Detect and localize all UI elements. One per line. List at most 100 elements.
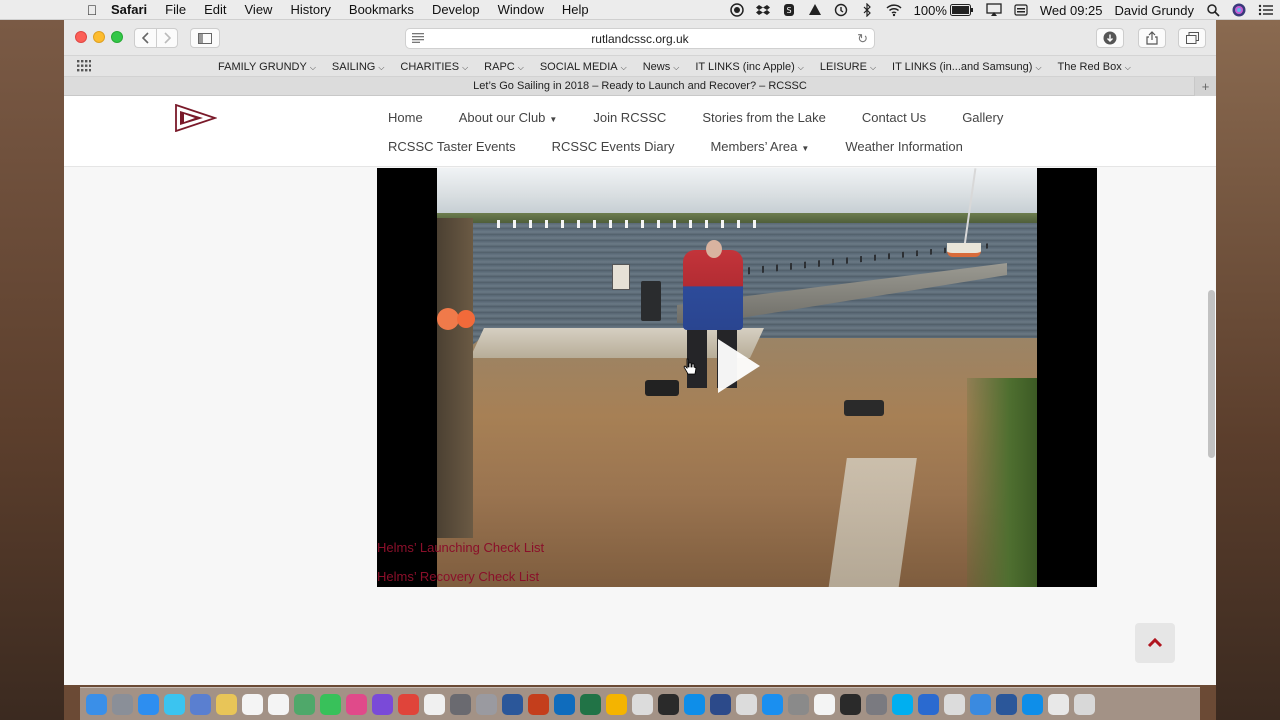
folder-icon[interactable] (1048, 693, 1069, 715)
show-tabs-button[interactable] (1178, 28, 1206, 48)
nav-gallery[interactable]: Gallery (944, 110, 1021, 125)
favorite-folder[interactable]: SAILING ⌵ (324, 61, 392, 73)
automator-icon[interactable] (788, 693, 809, 715)
nav-join-rcssc[interactable]: Join RCSSC (575, 110, 684, 125)
image-capture-icon[interactable] (450, 693, 471, 715)
messages-icon[interactable] (320, 693, 341, 715)
favorite-folder[interactable]: CHARITIES ⌵ (392, 61, 476, 73)
menu-help[interactable]: Help (553, 2, 598, 17)
favorites-grid-icon[interactable] (77, 60, 91, 72)
help2-icon[interactable] (944, 693, 965, 715)
wifi-icon[interactable] (880, 3, 908, 17)
notification-center-icon[interactable] (1252, 3, 1280, 17)
textedit-icon[interactable] (814, 693, 835, 715)
preview-icon[interactable] (190, 693, 211, 715)
favorite-folder[interactable]: LEISURE ⌵ (812, 61, 884, 73)
downloads-button[interactable] (1096, 28, 1124, 48)
launchpad-icon[interactable] (112, 693, 133, 715)
teamviewer-alt-icon[interactable] (1022, 693, 1043, 715)
app-store-icon[interactable] (762, 693, 783, 715)
airplay-icon[interactable] (980, 3, 1008, 17)
maps-icon[interactable] (294, 693, 315, 715)
outlook-icon[interactable] (554, 693, 575, 715)
itunes-icon[interactable] (346, 693, 367, 715)
menu-bookmarks[interactable]: Bookmarks (340, 2, 423, 17)
play-icon[interactable] (714, 336, 764, 396)
chrome-icon[interactable] (398, 693, 419, 715)
photos-icon[interactable] (424, 693, 445, 715)
favorite-folder[interactable]: IT LINKS (in...and Samsung) ⌵ (884, 61, 1050, 73)
reminders-icon[interactable] (268, 693, 289, 715)
notes-icon[interactable] (216, 693, 237, 715)
app-menu[interactable]: Safari (102, 2, 156, 17)
record-icon[interactable] (724, 3, 750, 17)
siri-icon[interactable] (1226, 3, 1252, 17)
reader-view-icon[interactable] (412, 32, 424, 46)
clock[interactable]: Wed 09:25 (1034, 3, 1109, 18)
favorite-folder[interactable]: RAPC ⌵ (476, 61, 532, 73)
skype-icon[interactable] (892, 693, 913, 715)
powerpoint-icon[interactable] (528, 693, 549, 715)
user-name[interactable]: David Grundy (1109, 3, 1200, 18)
fullscreen-window-button[interactable] (111, 31, 123, 43)
battery-status[interactable]: 100% (908, 3, 980, 18)
help-icon[interactable] (632, 693, 653, 715)
nav-members-area[interactable]: Members’ Area ▼ (692, 139, 827, 154)
time-machine-icon[interactable] (828, 3, 854, 17)
shazam-icon[interactable]: S (776, 3, 802, 17)
wifi-icon[interactable] (918, 693, 939, 715)
favorite-folder[interactable]: FAMILY GRUNDY ⌵ (210, 61, 324, 73)
keyboard-viewer-icon[interactable] (1008, 3, 1034, 17)
dropbox-icon[interactable] (750, 3, 776, 17)
favorite-folder[interactable]: SOCIAL MEDIA ⌵ (532, 61, 635, 73)
forward-button[interactable] (156, 28, 178, 48)
menu-view[interactable]: View (236, 2, 282, 17)
reload-icon[interactable]: ↻ (857, 31, 868, 47)
favorite-folder[interactable]: IT LINKS (inc Apple) ⌵ (687, 61, 812, 73)
menu-window[interactable]: Window (489, 2, 553, 17)
ios-app-icon[interactable] (164, 693, 185, 715)
new-tab-button[interactable]: + (1194, 77, 1216, 96)
favorite-folder[interactable]: The Red Box ⌵ (1050, 61, 1139, 73)
minimize-window-button[interactable] (93, 31, 105, 43)
safari-icon[interactable] (138, 693, 159, 715)
mosaic-icon[interactable] (840, 693, 861, 715)
network-icon[interactable] (970, 693, 991, 715)
quicktime-icon[interactable] (658, 693, 679, 715)
favorite-folder[interactable]: News ⌵ (635, 61, 688, 73)
malwarebytes-icon[interactable] (710, 693, 731, 715)
excel-icon[interactable] (580, 693, 601, 715)
tab-title[interactable]: Let’s Go Sailing in 2018 – Ready to Laun… (473, 80, 807, 92)
back-button[interactable] (134, 28, 156, 48)
club-burgee-logo[interactable] (175, 104, 217, 132)
page-scrollbar[interactable] (1208, 290, 1215, 458)
nav-about-our-club[interactable]: About our Club ▼ (441, 110, 576, 125)
nav-stories-from-the-lake[interactable]: Stories from the Lake (684, 110, 844, 125)
nav-home[interactable]: Home (370, 110, 441, 125)
spotlight-icon[interactable] (1200, 3, 1226, 17)
menu-history[interactable]: History (281, 2, 339, 17)
video-player[interactable] (377, 168, 1097, 587)
nav-events-diary[interactable]: RCSSC Events Diary (534, 139, 693, 154)
calendar-icon[interactable] (242, 693, 263, 715)
teamviewer-icon[interactable] (684, 693, 705, 715)
bluetooth-icon[interactable] (854, 3, 880, 17)
nav-taster-events[interactable]: RCSSC Taster Events (370, 139, 534, 154)
trash-icon[interactable] (1074, 693, 1095, 715)
launching-checklist-link[interactable]: Helms’ Launching Check List (377, 540, 544, 555)
close-window-button[interactable] (75, 31, 87, 43)
apple-icon[interactable]:  (82, 2, 102, 18)
nav-weather-information[interactable]: Weather Information (827, 139, 981, 154)
back-to-top-button[interactable] (1135, 623, 1175, 663)
menu-edit[interactable]: Edit (195, 2, 235, 17)
address-bar[interactable]: rutlandcssc.org.uk ↻ (405, 28, 875, 49)
nav-contact-us[interactable]: Contact Us (844, 110, 944, 125)
word-alt-icon[interactable] (996, 693, 1017, 715)
system-prefs-icon[interactable] (476, 693, 497, 715)
sidebar-toggle-button[interactable] (190, 28, 220, 48)
drive-icon[interactable] (802, 3, 828, 17)
google-drive-icon[interactable] (606, 693, 627, 715)
menu-develop[interactable]: Develop (423, 2, 489, 17)
word-icon[interactable] (502, 693, 523, 715)
share-button[interactable] (1138, 28, 1166, 48)
